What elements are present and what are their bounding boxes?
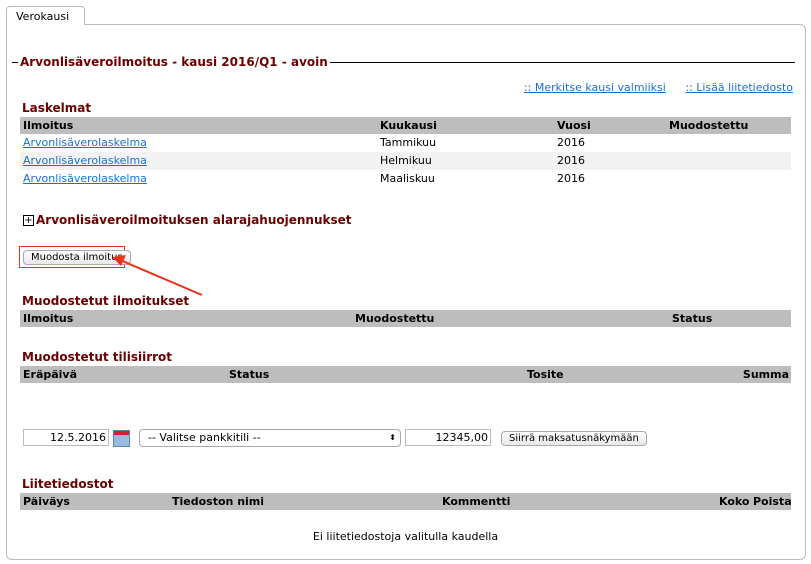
tilisiirrot-heading: Muodostetut tilisiirrot (22, 350, 173, 364)
col-kuukausi: Kuukausi (380, 119, 437, 132)
due-date-input[interactable] (23, 429, 109, 446)
col-ilmoitus: Ilmoitus (23, 119, 74, 132)
table-header: Päiväys Tiedoston nimi Kommentti Koko Po… (20, 493, 792, 510)
add-attachment-link[interactable]: :: Lisää liitetiedosto (685, 81, 793, 94)
laskelma-link[interactable]: Arvonlisäverolaskelma (23, 154, 147, 167)
tilisiirrot-table: Eräpäivä Status Tosite Summa (20, 366, 791, 383)
section-title: Arvonlisäveroilmoitus - kausi 2016/Q1 - … (12, 55, 795, 69)
year: 2016 (557, 136, 585, 149)
col-summa: Summa (742, 368, 789, 381)
col-poista: Poista (753, 495, 792, 508)
col-vuosi: Vuosi (557, 119, 591, 132)
calendar-icon[interactable] (113, 430, 130, 447)
page-title: Arvonlisäveroilmoitus - kausi 2016/Q1 - … (20, 55, 328, 69)
table-row: Arvonlisäverolaskelma Helmikuu 2016 (20, 152, 791, 170)
col-koko: Koko (719, 495, 750, 508)
laskelmat-table: Ilmoitus Kuukausi Vuosi Muodostettu Arvo… (20, 117, 791, 188)
month: Helmikuu (380, 154, 432, 167)
table-row: Arvonlisäverolaskelma Tammikuu 2016 (20, 134, 791, 152)
laskelma-link[interactable]: Arvonlisäverolaskelma (23, 172, 147, 185)
action-links: :: Merkitse kausi valmiiksi :: Lisää lii… (508, 81, 793, 94)
ilmoitukset-heading: Muodostetut ilmoitukset (22, 294, 190, 308)
mark-done-link[interactable]: :: Merkitse kausi valmiiksi (524, 81, 666, 94)
col-tosite: Tosite (527, 368, 564, 381)
amount-input[interactable] (405, 429, 491, 446)
year: 2016 (557, 172, 585, 185)
transfer-button[interactable]: Siirrä maksatusnäkymään (501, 431, 647, 446)
col-kommentti: Kommentti (442, 495, 511, 508)
select-arrows-icon: ⬍ (389, 433, 396, 442)
table-header: Ilmoitus Kuukausi Vuosi Muodostettu (20, 117, 791, 134)
col-ilmoitus: Ilmoitus (23, 312, 74, 325)
expand-icon[interactable]: + (23, 215, 34, 226)
table-header: Eräpäivä Status Tosite Summa (20, 366, 791, 383)
col-status: Status (672, 312, 713, 325)
ilmoitukset-table: Ilmoitus Muodostettu Status (20, 310, 791, 327)
col-tiedosto: Tiedoston nimi (172, 495, 265, 508)
col-status: Status (229, 368, 270, 381)
col-muodostettu: Muodostettu (669, 119, 749, 132)
col-erapaiva: Eräpäivä (23, 368, 78, 381)
relief-heading[interactable]: Arvonlisäveroilmoituksen alarajahuojennu… (36, 213, 352, 227)
laskelmat-heading: Laskelmat (22, 101, 92, 115)
col-paivays: Päiväys (23, 495, 70, 508)
liitteet-heading: Liitetiedostot (22, 477, 114, 491)
month: Tammikuu (380, 136, 437, 149)
selected-account: -- Valitse pankkitili -- (148, 431, 261, 444)
table-header: Ilmoitus Muodostettu Status (20, 310, 791, 327)
tab-verokausi[interactable]: Verokausi (6, 6, 85, 25)
bank-account-select[interactable]: -- Valitse pankkitili -- ⬍ (139, 429, 401, 447)
table-row: Arvonlisäverolaskelma Maaliskuu 2016 (20, 170, 791, 188)
laskelma-link[interactable]: Arvonlisäverolaskelma (23, 136, 147, 149)
liitteet-table: Päiväys Tiedoston nimi Kommentti Koko Po… (20, 493, 792, 543)
col-muodostettu: Muodostettu (355, 312, 435, 325)
month: Maaliskuu (380, 172, 435, 185)
year: 2016 (557, 154, 585, 167)
arrow-annotation (112, 255, 203, 296)
empty-message: Ei liitetiedostoja valitulla kaudella (312, 530, 499, 543)
